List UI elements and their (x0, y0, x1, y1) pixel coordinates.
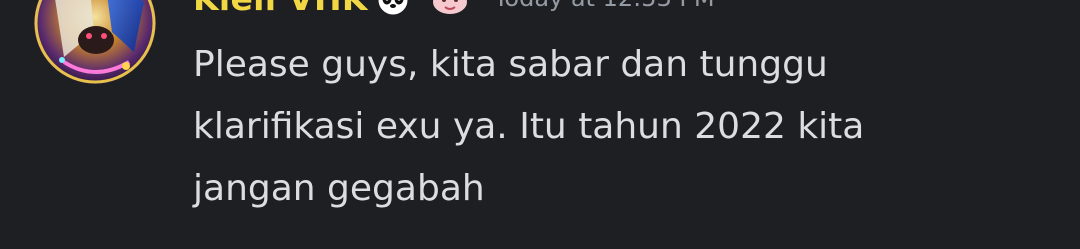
message-timestamp[interactable]: Today at 12:53 PM (494, 0, 715, 12)
message-line: klarifikasi exu ya. Itu tahun 2022 kita (193, 106, 865, 147)
message-content: Please guys, kita sabar dan tunggu klari… (193, 34, 1053, 220)
username[interactable]: Kieli VHK (193, 0, 368, 18)
user-avatar[interactable] (34, 0, 156, 84)
panda-emoji-icon (374, 0, 412, 17)
message-line: jangan gegabah (193, 168, 485, 209)
chat-message: Kieli VHK Today at (0, 0, 1080, 249)
message-header: Kieli VHK Today at (193, 0, 715, 18)
avatar-image (34, 0, 156, 84)
pink-creature-emoji-icon (430, 0, 470, 16)
message-line: Please guys, kita sabar dan tunggu (193, 44, 828, 85)
